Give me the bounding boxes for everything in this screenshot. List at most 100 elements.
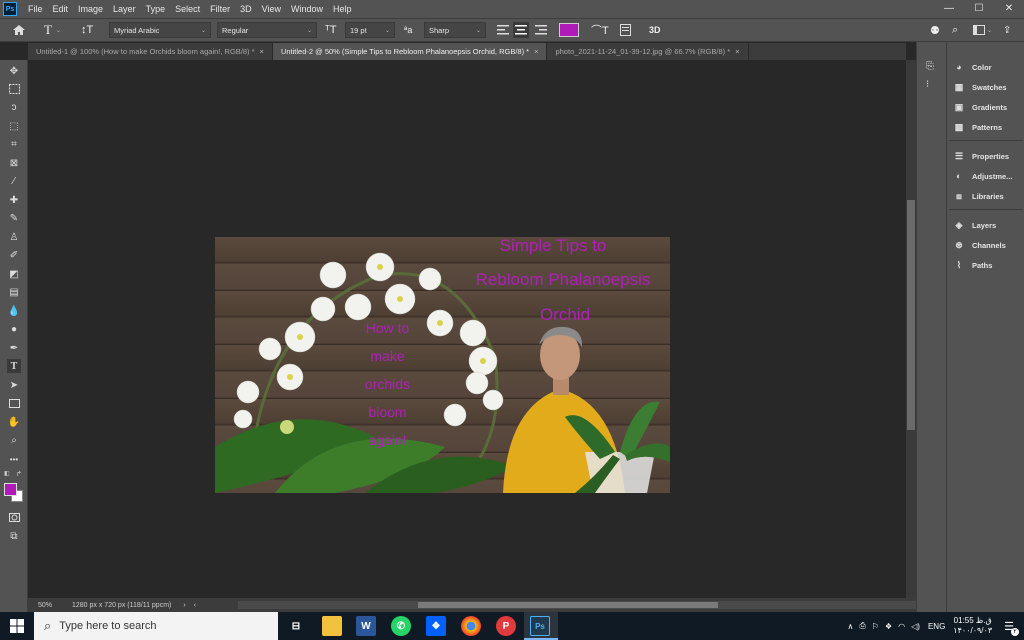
- pinterest-icon[interactable]: P: [496, 616, 516, 636]
- gradient-tool-icon[interactable]: ▤: [7, 285, 21, 299]
- document-canvas[interactable]: Simple Tips to Rebloom Phalanoepsis Orch…: [215, 237, 670, 493]
- canvas-area[interactable]: Simple Tips to Rebloom Phalanoepsis Orch…: [28, 60, 906, 598]
- blur-tool-icon[interactable]: 💧: [7, 304, 21, 318]
- search-icon[interactable]: ⌕: [952, 22, 958, 38]
- text-orientation-icon[interactable]: ↕T: [81, 22, 93, 38]
- zoom-tool-icon[interactable]: ⌕: [7, 433, 21, 447]
- vertical-scrollbar[interactable]: [906, 60, 916, 598]
- menu-edit[interactable]: Edit: [48, 4, 74, 14]
- history-panel-icon[interactable]: ⎘: [926, 61, 934, 72]
- user-icon[interactable]: ⚉: [930, 22, 940, 38]
- dodge-tool-icon[interactable]: ●: [7, 322, 21, 336]
- maximize-button[interactable]: ☐: [964, 0, 994, 18]
- screen-mode-icon[interactable]: ⧉: [7, 529, 21, 543]
- foreground-color-swatch[interactable]: [4, 483, 17, 496]
- eraser-tool-icon[interactable]: ◩: [7, 267, 21, 281]
- chrome-icon[interactable]: [461, 616, 481, 636]
- antialias-select[interactable]: Sharp ⌄: [424, 22, 486, 38]
- history-brush-tool-icon[interactable]: ✐: [7, 248, 21, 262]
- align-left-icon[interactable]: [497, 22, 509, 38]
- menu-file[interactable]: File: [23, 4, 48, 14]
- taskbar-search-box[interactable]: ⌕ Type here to search: [34, 612, 278, 640]
- font-style-select[interactable]: Regular ⌄: [217, 22, 317, 38]
- swap-colors-icon[interactable]: ↱: [16, 470, 22, 478]
- tab-untitled-2[interactable]: Untitled-2 @ 50% (Simple Tips to Rebloom…: [272, 43, 548, 60]
- align-right-icon[interactable]: [535, 22, 547, 38]
- clone-stamp-tool-icon[interactable]: ♙: [7, 230, 21, 244]
- panel-adjustments[interactable]: ◐ Adjustme...: [953, 169, 1012, 183]
- close-icon[interactable]: ×: [260, 47, 264, 56]
- move-tool-icon[interactable]: ✥: [7, 64, 21, 78]
- dropbox-icon[interactable]: ❖: [426, 616, 446, 636]
- quick-mask-icon[interactable]: [7, 510, 21, 524]
- file-explorer-icon[interactable]: [322, 616, 342, 636]
- type-tool-preset-icon[interactable]: T ⌄: [44, 22, 61, 38]
- close-button[interactable]: ✕: [994, 0, 1024, 18]
- properties-panel-icon[interactable]: ⁝: [926, 79, 929, 90]
- rectangle-tool-icon[interactable]: [7, 396, 21, 410]
- font-size-select[interactable]: 19 pt ⌄: [345, 22, 395, 38]
- menu-type[interactable]: Type: [141, 4, 171, 14]
- panel-channels[interactable]: ⊛ Channels: [953, 238, 1006, 252]
- dropbox-tray-icon[interactable]: ❖: [885, 622, 892, 631]
- tray-overflow-icon[interactable]: ∧: [848, 622, 854, 631]
- menu-window[interactable]: Window: [286, 4, 328, 14]
- wifi-icon[interactable]: ◠: [898, 622, 905, 631]
- marquee-tool-icon[interactable]: [7, 82, 21, 96]
- crop-tool-icon[interactable]: ⌗: [7, 137, 21, 151]
- panel-layers[interactable]: ◈ Layers: [953, 218, 997, 232]
- frame-tool-icon[interactable]: ⊠: [7, 156, 21, 170]
- workspace-icon[interactable]: ⌄: [973, 22, 992, 38]
- home-icon[interactable]: [12, 22, 26, 38]
- menu-image[interactable]: Image: [73, 4, 108, 14]
- network-icon[interactable]: ⎙: [859, 621, 865, 631]
- panel-libraries[interactable]: ⧈ Libraries: [953, 189, 1004, 203]
- scrollbar-thumb[interactable]: [907, 200, 915, 430]
- close-icon[interactable]: ×: [735, 47, 739, 56]
- more-tools-icon[interactable]: •••: [7, 452, 21, 466]
- tab-photo[interactable]: photo_2021-11-24_01-39-12.jpg @ 66.7% (R…: [547, 43, 749, 60]
- panel-patterns[interactable]: ▩ Patterns: [953, 120, 1002, 134]
- 3d-button[interactable]: 3D: [649, 22, 661, 38]
- lasso-tool-icon[interactable]: ↄ: [7, 100, 21, 114]
- panel-swatches[interactable]: ▦ Swatches: [953, 80, 1007, 94]
- healing-brush-tool-icon[interactable]: ✚: [7, 193, 21, 207]
- warp-text-icon[interactable]: ⌒T: [591, 22, 609, 38]
- brush-tool-icon[interactable]: ✎: [7, 211, 21, 225]
- pen-tool-icon[interactable]: ✒: [7, 341, 21, 355]
- share-icon[interactable]: ⇪: [1003, 22, 1011, 38]
- text-color-swatch[interactable]: [559, 23, 579, 37]
- clock[interactable]: 01:55 ق.ظ ۱۴۰۰/۰۹/۰۳: [953, 616, 992, 636]
- zoom-level[interactable]: 50%: [38, 602, 64, 609]
- type-tool-icon[interactable]: T: [7, 359, 21, 373]
- font-family-select[interactable]: Myriad Arabic ⌄: [109, 22, 211, 38]
- menu-help[interactable]: Help: [328, 4, 357, 14]
- status-menu-arrow[interactable]: ›: [183, 602, 185, 609]
- panel-paths[interactable]: ⌇ Paths: [953, 258, 993, 272]
- panel-properties[interactable]: ☰ Properties: [953, 149, 1009, 163]
- notification-icon[interactable]: ☰ ۲: [1004, 620, 1019, 636]
- panel-gradients[interactable]: ▣ Gradients: [953, 100, 1007, 114]
- minimize-button[interactable]: —: [934, 0, 964, 18]
- task-view-icon[interactable]: ⊟: [286, 616, 306, 636]
- scrollbar-thumb[interactable]: [418, 602, 718, 608]
- language-indicator[interactable]: ENG: [928, 622, 945, 631]
- eyedropper-tool-icon[interactable]: ⁄: [7, 174, 21, 188]
- path-selection-tool-icon[interactable]: ➤: [7, 378, 21, 392]
- menu-filter[interactable]: Filter: [205, 4, 235, 14]
- word-icon[interactable]: W: [356, 616, 376, 636]
- menu-select[interactable]: Select: [170, 4, 205, 14]
- menu-view[interactable]: View: [257, 4, 286, 14]
- align-center-icon[interactable]: [513, 22, 529, 38]
- tab-untitled-1[interactable]: Untitled-1 @ 100% (How to make Orchids b…: [28, 43, 273, 60]
- panel-color[interactable]: ◕ Color: [953, 60, 991, 74]
- default-colors-icon[interactable]: ◧: [4, 470, 12, 478]
- character-panel-icon[interactable]: [620, 22, 631, 38]
- windows-start-icon[interactable]: [7, 616, 27, 636]
- horizontal-scrollbar[interactable]: [238, 601, 928, 609]
- menu-3d[interactable]: 3D: [235, 4, 257, 14]
- menu-layer[interactable]: Layer: [108, 4, 141, 14]
- location-icon[interactable]: ⚐: [872, 622, 879, 631]
- close-icon[interactable]: ×: [534, 47, 538, 56]
- hand-tool-icon[interactable]: ✋: [7, 415, 21, 429]
